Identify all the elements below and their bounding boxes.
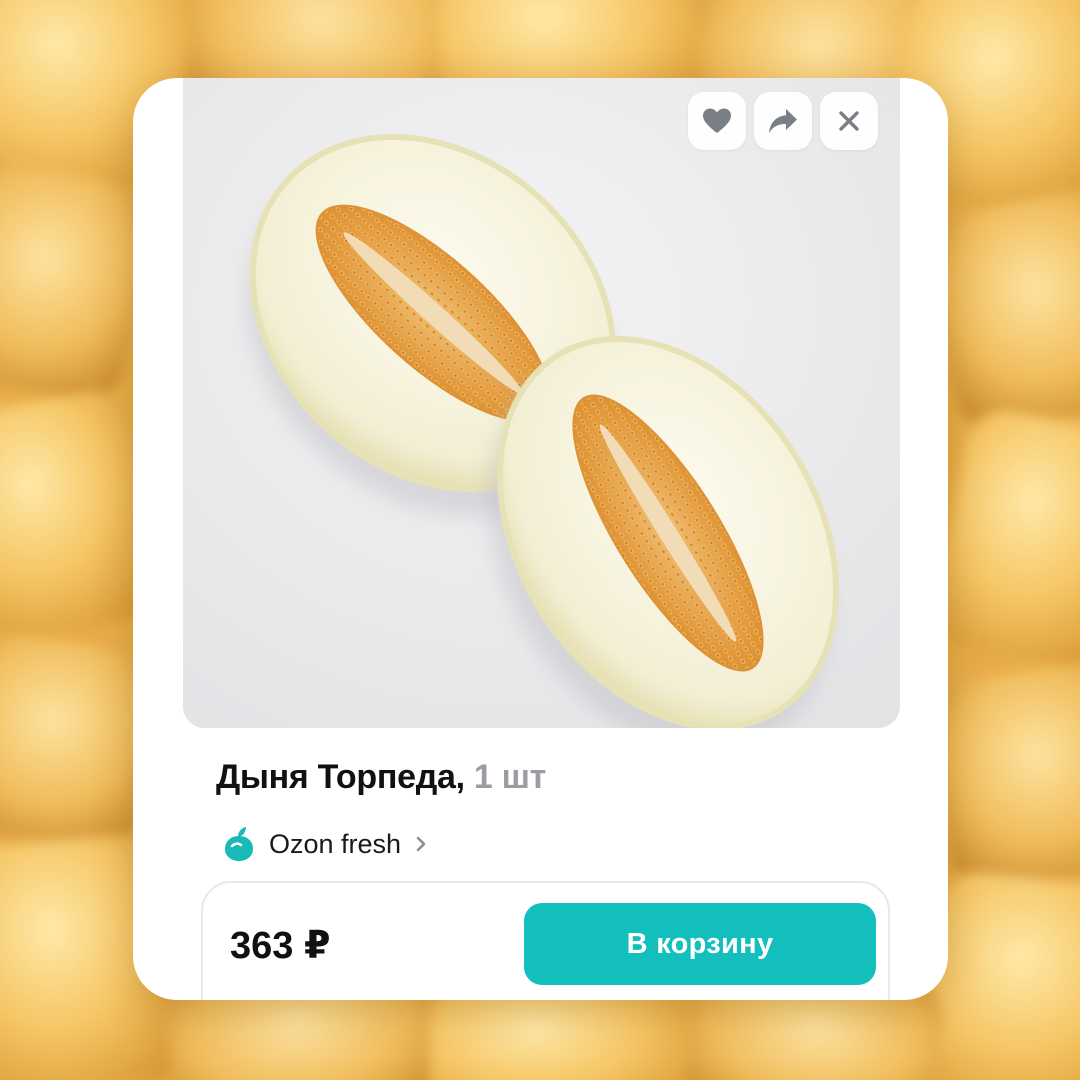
product-image[interactable] bbox=[183, 78, 900, 728]
add-to-cart-button[interactable]: В корзину bbox=[524, 903, 876, 985]
share-icon bbox=[769, 109, 797, 133]
close-button[interactable] bbox=[820, 92, 878, 150]
product-quantity: 1 шт bbox=[473, 758, 547, 796]
favorite-button[interactable] bbox=[688, 92, 746, 150]
share-button[interactable] bbox=[754, 92, 812, 150]
product-card: Дыня Торпеда, 1 шт Ozon fresh 363 ₽ В ко… bbox=[133, 78, 948, 1000]
store-name: Ozon fresh bbox=[269, 828, 402, 859]
chevron-right-icon bbox=[416, 836, 426, 852]
product-actions bbox=[688, 92, 878, 150]
price: 363 ₽ bbox=[230, 925, 331, 967]
product-name: Дыня Торпеда, bbox=[216, 758, 465, 796]
heart-icon bbox=[703, 108, 731, 133]
product-title: Дыня Торпеда, 1 шт bbox=[216, 758, 546, 797]
close-icon bbox=[839, 111, 859, 131]
ozon-fresh-logo-icon bbox=[225, 827, 253, 861]
store-link[interactable]: Ozon fresh bbox=[223, 826, 427, 862]
purchase-panel: 363 ₽ В корзину bbox=[201, 881, 890, 1000]
